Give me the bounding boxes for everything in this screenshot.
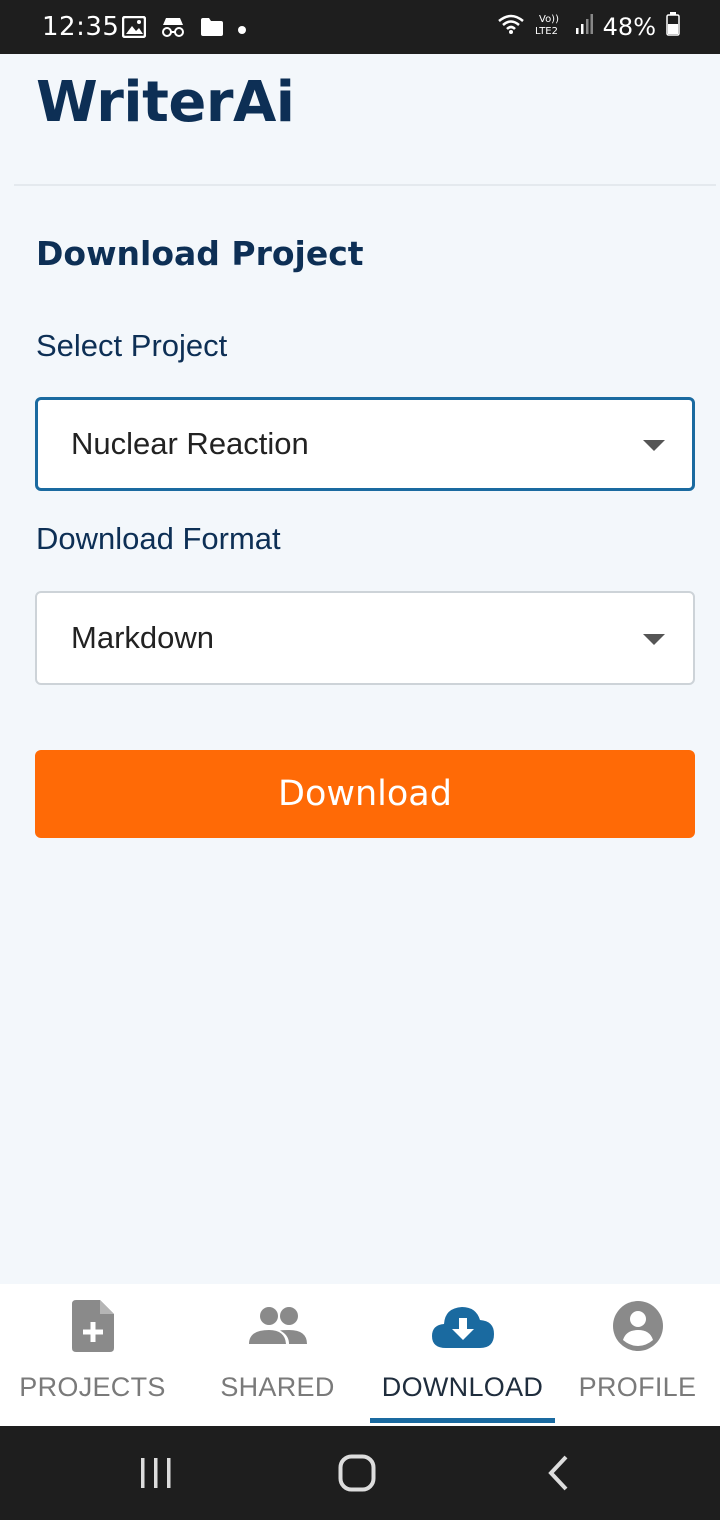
nav-item-shared[interactable]: SHARED bbox=[185, 1284, 370, 1426]
nav-item-projects[interactable]: PROJECTS bbox=[0, 1284, 185, 1426]
nav-item-download[interactable]: DOWNLOAD bbox=[370, 1284, 555, 1426]
project-select[interactable]: Nuclear Reaction bbox=[35, 397, 695, 491]
incognito-icon bbox=[160, 16, 186, 43]
cloud-download-icon bbox=[431, 1298, 494, 1354]
recent-apps-icon[interactable] bbox=[138, 1456, 174, 1495]
svg-text:Vo)): Vo)) bbox=[539, 14, 559, 25]
status-bar: 12:35 Vo)) LTE2 48% bbox=[0, 0, 720, 54]
download-button[interactable]: Download bbox=[35, 750, 695, 838]
app-title: WriterAi bbox=[36, 70, 295, 135]
battery-icon bbox=[666, 12, 680, 41]
bottom-nav: PROJECTS SHARED DOWNLOAD PROFILE bbox=[0, 1284, 720, 1426]
header-divider bbox=[14, 184, 716, 186]
select-project-label: Select Project bbox=[36, 328, 228, 363]
format-select[interactable]: Markdown bbox=[35, 591, 695, 685]
battery-percent: 48% bbox=[602, 12, 656, 41]
nav-label-download: DOWNLOAD bbox=[381, 1372, 544, 1402]
back-icon[interactable] bbox=[546, 1454, 570, 1497]
active-tab-indicator bbox=[370, 1418, 555, 1423]
account-circle-icon bbox=[612, 1298, 663, 1354]
add-document-icon bbox=[71, 1298, 114, 1354]
dot-icon bbox=[238, 25, 246, 34]
signal-icon bbox=[575, 13, 593, 40]
home-icon[interactable] bbox=[338, 1454, 376, 1497]
wifi-icon bbox=[497, 13, 525, 40]
folder-icon bbox=[200, 17, 224, 42]
nav-label-shared: SHARED bbox=[220, 1372, 335, 1402]
format-select-value: Markdown bbox=[71, 620, 214, 655]
section-title: Download Project bbox=[36, 234, 364, 273]
nav-label-projects: PROJECTS bbox=[19, 1372, 166, 1402]
people-icon bbox=[248, 1298, 307, 1354]
chevron-down-icon bbox=[643, 634, 665, 645]
image-icon bbox=[121, 15, 147, 43]
system-nav-bar bbox=[0, 1426, 720, 1520]
chevron-down-icon bbox=[643, 440, 665, 451]
nav-item-profile[interactable]: PROFILE bbox=[555, 1284, 720, 1426]
svg-text:LTE2: LTE2 bbox=[535, 26, 558, 36]
project-select-value: Nuclear Reaction bbox=[71, 426, 309, 461]
nav-label-profile: PROFILE bbox=[578, 1372, 697, 1402]
download-format-label: Download Format bbox=[36, 521, 281, 556]
status-time: 12:35 bbox=[42, 12, 120, 42]
volte-lte2-icon: Vo)) LTE2 bbox=[535, 12, 565, 41]
